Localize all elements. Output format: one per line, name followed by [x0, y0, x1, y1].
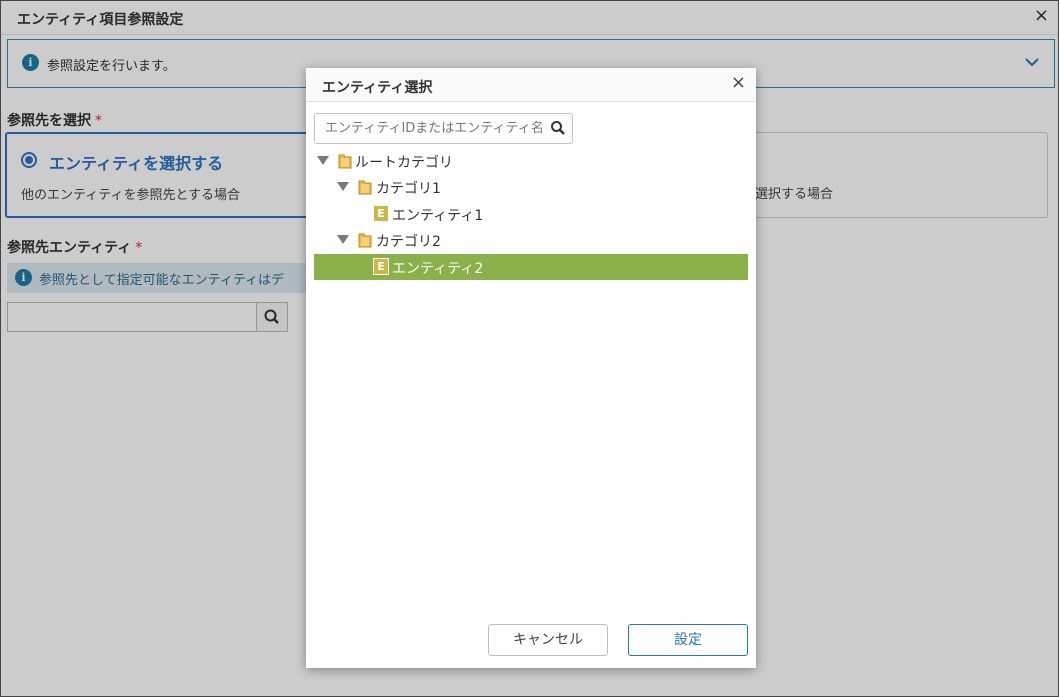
tree-item-label: エンティティ2	[392, 261, 484, 277]
tree-item-label: エンティティ1	[392, 208, 484, 224]
entity-select-modal: エンティティ選択 × ルートカテゴリ カテゴリ1 E エンティティ1 カテゴ	[306, 68, 756, 668]
folder-icon	[358, 180, 372, 195]
modal-header: エンティティ選択 ×	[306, 68, 756, 102]
tree-item-category-2[interactable]: カテゴリ2	[314, 227, 748, 253]
tree-item-label: カテゴリ2	[376, 234, 441, 250]
confirm-button[interactable]: 設定	[628, 624, 748, 656]
entity-search-input[interactable]	[314, 113, 573, 144]
folder-icon	[358, 233, 372, 248]
expand-triangle-icon[interactable]	[337, 182, 349, 191]
tree-item-entity-1[interactable]: E エンティティ1	[314, 201, 748, 227]
close-icon[interactable]: ×	[731, 74, 746, 92]
modal-title: エンティティ選択	[322, 80, 433, 96]
tree-item-label: カテゴリ1	[376, 181, 441, 197]
cancel-button[interactable]: キャンセル	[488, 624, 608, 656]
entity-icon: E	[374, 206, 388, 221]
tree-item-category-1[interactable]: カテゴリ1	[314, 174, 748, 200]
tree-item-entity-2[interactable]: E エンティティ2	[314, 254, 748, 280]
expand-triangle-icon[interactable]	[317, 156, 329, 165]
tree-item-root-category[interactable]: ルートカテゴリ	[314, 148, 748, 174]
search-icon[interactable]	[550, 120, 566, 136]
folder-icon	[338, 154, 352, 169]
entity-icon: E	[374, 259, 388, 274]
tree-item-label: ルートカテゴリ	[355, 155, 453, 171]
expand-triangle-icon[interactable]	[337, 235, 349, 244]
